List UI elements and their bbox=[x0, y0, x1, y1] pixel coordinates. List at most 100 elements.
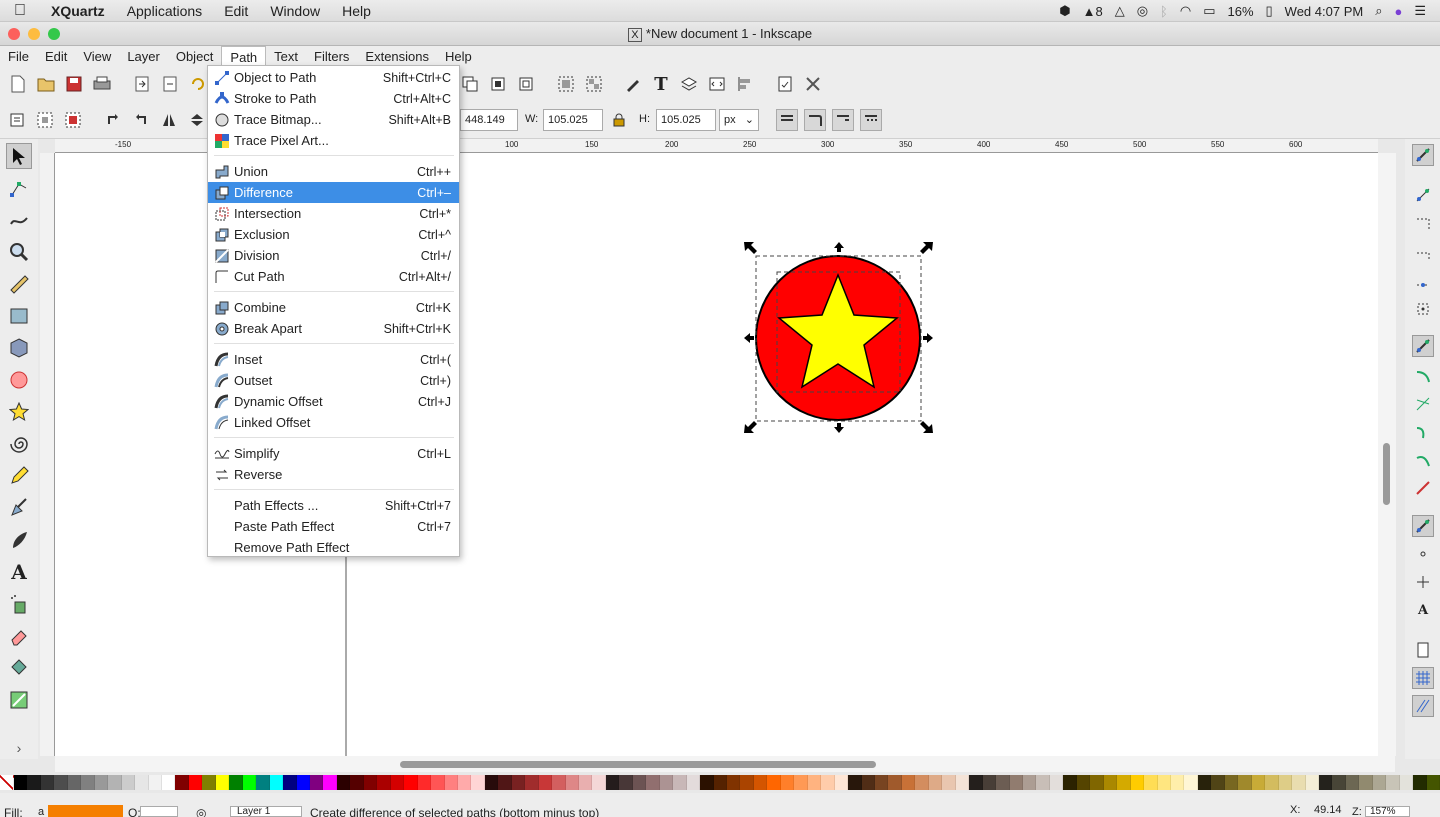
palette-swatch[interactable] bbox=[1103, 775, 1118, 790]
palette-swatch[interactable] bbox=[444, 775, 458, 790]
palette-swatch[interactable] bbox=[1117, 775, 1131, 790]
palette-swatch[interactable] bbox=[363, 775, 378, 790]
palette-swatch[interactable] bbox=[161, 775, 176, 790]
new-document-icon[interactable] bbox=[7, 73, 29, 95]
scale-corners-icon[interactable] bbox=[804, 109, 826, 131]
palette-swatch[interactable] bbox=[686, 775, 701, 790]
palette-swatch[interactable] bbox=[619, 775, 633, 790]
menu-item-paste-path-effect[interactable]: Paste Path Effect Ctrl+7 bbox=[208, 516, 459, 537]
palette-swatch[interactable] bbox=[901, 775, 916, 790]
vertical-scroll-thumb[interactable] bbox=[1383, 443, 1390, 505]
paint-bucket-tool-icon[interactable] bbox=[6, 655, 32, 681]
wifi-icon[interactable]: ◠ bbox=[1180, 3, 1191, 19]
palette-swatch[interactable] bbox=[1036, 775, 1050, 790]
menu-item-linked-offset[interactable]: Linked Offset bbox=[208, 412, 459, 433]
airplay-icon[interactable]: ▭ bbox=[1203, 3, 1215, 19]
mac-menu-window[interactable]: Window bbox=[259, 3, 331, 19]
zoom-window-button[interactable] bbox=[48, 28, 60, 40]
palette-swatch[interactable] bbox=[296, 775, 310, 790]
mac-app-name[interactable]: XQuartz bbox=[40, 3, 116, 19]
ungroup-icon[interactable] bbox=[583, 73, 605, 95]
palette-swatch[interactable] bbox=[1386, 775, 1400, 790]
menu-item-break-apart[interactable]: Break Apart Shift+Ctrl+K bbox=[208, 318, 459, 339]
gradient-tool-icon[interactable] bbox=[6, 687, 32, 713]
adobe-icon[interactable]: ▲8 bbox=[1083, 4, 1103, 19]
palette-swatch[interactable] bbox=[821, 775, 835, 790]
document-properties-icon[interactable] bbox=[774, 73, 796, 95]
palette-swatch[interactable] bbox=[377, 775, 391, 790]
menu-edit[interactable]: Edit bbox=[37, 46, 75, 67]
palette-swatch[interactable] bbox=[982, 775, 997, 790]
fill-stroke-icon[interactable] bbox=[622, 73, 644, 95]
palette-swatch[interactable] bbox=[188, 775, 203, 790]
menu-object[interactable]: Object bbox=[168, 46, 222, 67]
palette-swatch[interactable] bbox=[202, 775, 216, 790]
palette-swatch[interactable] bbox=[27, 775, 41, 790]
palette-swatch[interactable] bbox=[175, 775, 189, 790]
menu-filters[interactable]: Filters bbox=[306, 46, 357, 67]
move-gradients-icon[interactable] bbox=[832, 109, 854, 131]
text-font-icon[interactable]: T bbox=[650, 73, 672, 95]
palette-swatch[interactable] bbox=[969, 775, 983, 790]
palette-swatch[interactable] bbox=[1063, 775, 1077, 790]
menu-item-combine[interactable]: Combine Ctrl+K bbox=[208, 297, 459, 318]
palette-swatch[interactable] bbox=[713, 775, 728, 790]
menu-item-dynamic-offset[interactable]: Dynamic Offset Ctrl+J bbox=[208, 391, 459, 412]
palette-swatch[interactable] bbox=[431, 775, 445, 790]
export-icon[interactable] bbox=[159, 73, 181, 95]
vertical-scrollbar[interactable] bbox=[1378, 153, 1396, 756]
align-distribute-icon[interactable] bbox=[734, 73, 756, 95]
menu-item-division[interactable]: Division Ctrl+/ bbox=[208, 245, 459, 266]
menu-item-cut-path[interactable]: Cut Path Ctrl+Alt+/ bbox=[208, 266, 459, 287]
tweak-tool-icon[interactable] bbox=[6, 207, 32, 233]
palette-swatch[interactable] bbox=[457, 775, 472, 790]
lock-icon[interactable] bbox=[608, 109, 630, 131]
palette-swatch[interactable] bbox=[1076, 775, 1091, 790]
palette-swatch[interactable] bbox=[148, 775, 162, 790]
palette-swatch[interactable] bbox=[780, 775, 795, 790]
palette-swatch[interactable] bbox=[807, 775, 822, 790]
palette-swatch[interactable] bbox=[1318, 775, 1333, 790]
menu-item-path-effects[interactable]: Path Effects ... Shift+Ctrl+7 bbox=[208, 495, 459, 516]
battery-icon[interactable]: ▯ bbox=[1266, 3, 1273, 19]
palette-swatch[interactable] bbox=[848, 775, 862, 790]
menu-item-outset[interactable]: Outset Ctrl+) bbox=[208, 370, 459, 391]
rectangle-tool-icon[interactable] bbox=[6, 303, 32, 329]
zoom-tool-icon[interactable] bbox=[6, 239, 32, 265]
menu-extensions[interactable]: Extensions bbox=[357, 46, 437, 67]
snap-grids-icon[interactable] bbox=[1412, 667, 1434, 689]
palette-swatch[interactable] bbox=[794, 775, 808, 790]
palette-swatch[interactable] bbox=[1251, 775, 1266, 790]
height-field[interactable]: 105.025 bbox=[656, 109, 716, 131]
menu-layer[interactable]: Layer bbox=[119, 46, 168, 67]
menu-file[interactable]: File bbox=[0, 46, 37, 67]
palette-swatch[interactable] bbox=[740, 775, 754, 790]
palette-swatch[interactable] bbox=[1399, 775, 1414, 790]
palette-swatch[interactable] bbox=[605, 775, 620, 790]
menu-path[interactable]: Path bbox=[221, 46, 267, 67]
snap-bbox-midpoints-icon[interactable] bbox=[1412, 270, 1434, 292]
selector-tool-icon[interactable] bbox=[6, 143, 32, 169]
calligraphy-tool-icon[interactable] bbox=[6, 527, 32, 553]
palette-swatch[interactable] bbox=[94, 775, 109, 790]
palette-swatch[interactable] bbox=[14, 775, 28, 790]
dropbox-icon[interactable]: ⬢ bbox=[1059, 3, 1070, 19]
palette-swatch[interactable] bbox=[727, 775, 741, 790]
palette-swatch[interactable] bbox=[1305, 775, 1319, 790]
palette-swatch[interactable] bbox=[242, 775, 257, 790]
clock[interactable]: Wed 4:07 PM bbox=[1285, 4, 1364, 19]
layers-icon[interactable] bbox=[678, 73, 700, 95]
palette-swatch[interactable] bbox=[753, 775, 768, 790]
palette-swatch[interactable] bbox=[471, 775, 485, 790]
mac-menu-applications[interactable]: Applications bbox=[116, 3, 214, 19]
palette-swatch[interactable] bbox=[336, 775, 351, 790]
menu-item-difference[interactable]: Difference Ctrl+– bbox=[208, 182, 459, 203]
menu-view[interactable]: View bbox=[75, 46, 119, 67]
palette-swatch[interactable] bbox=[1184, 775, 1198, 790]
snap-enable-icon[interactable] bbox=[1412, 144, 1434, 166]
siri-icon[interactable]: ● bbox=[1394, 4, 1402, 19]
spotlight-icon[interactable]: ⌕ bbox=[1375, 3, 1382, 19]
palette-swatch[interactable] bbox=[1197, 775, 1212, 790]
palette-swatch[interactable] bbox=[1144, 775, 1158, 790]
move-patterns-icon[interactable] bbox=[860, 109, 882, 131]
